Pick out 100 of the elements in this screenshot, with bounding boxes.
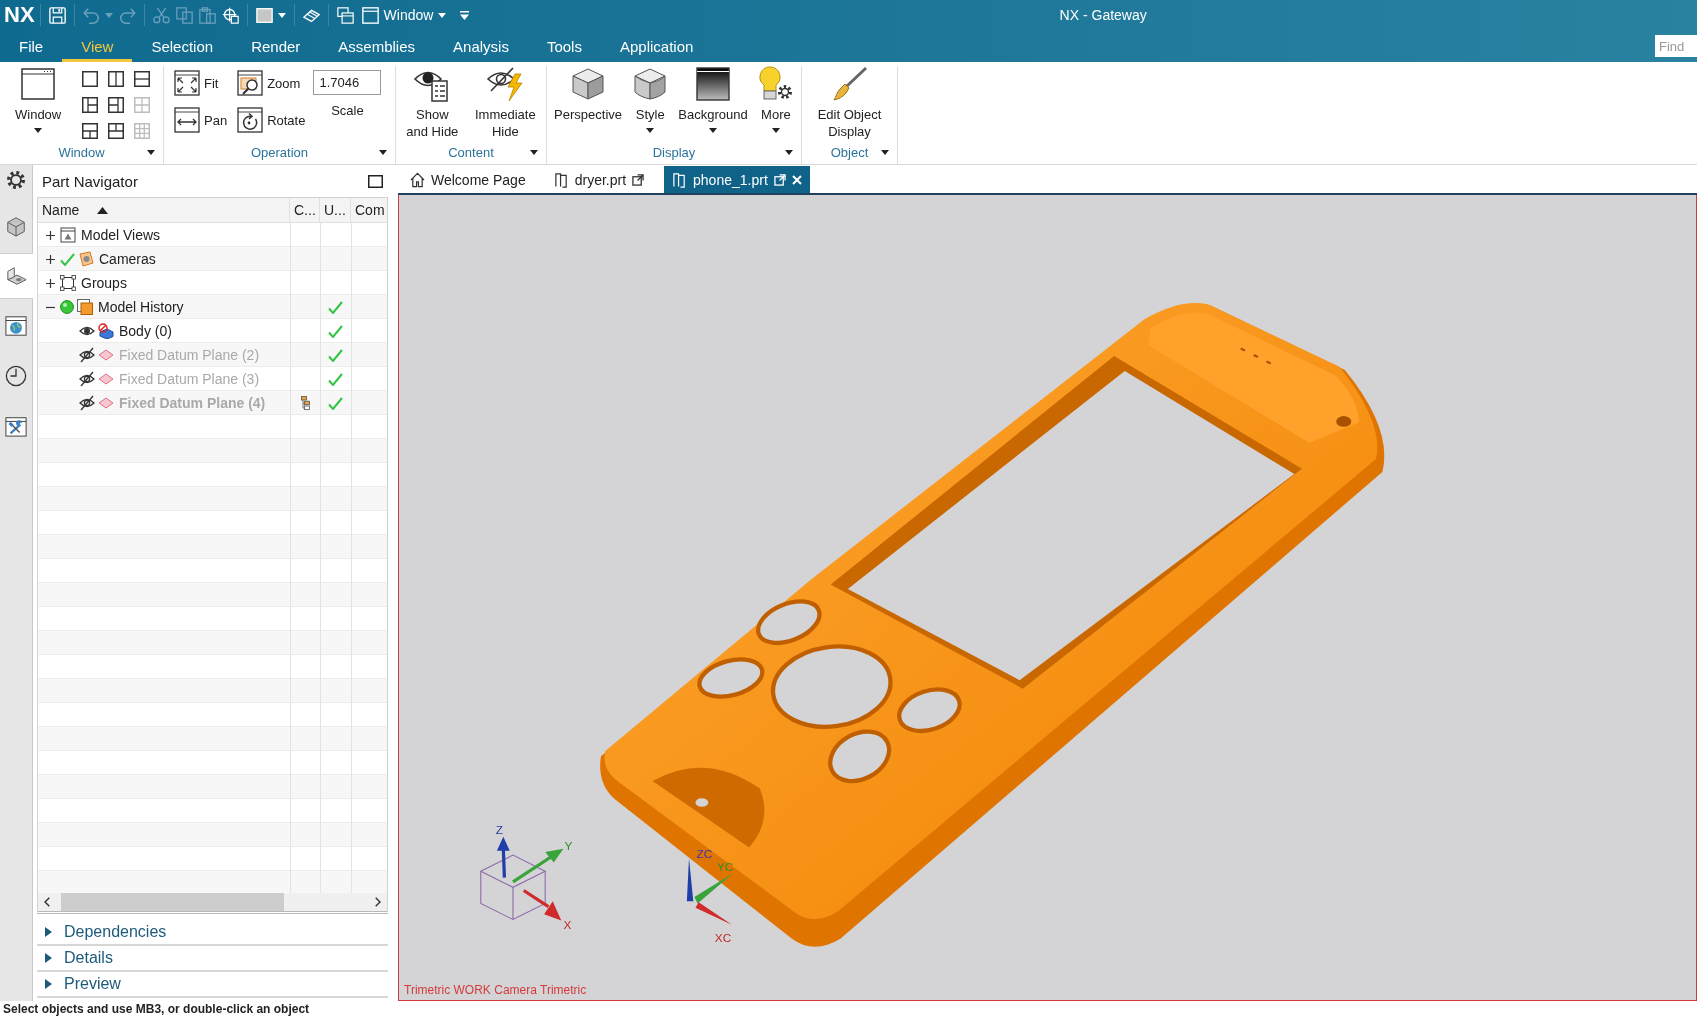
document-tab[interactable]: dryer.prt xyxy=(545,166,653,193)
column-header[interactable]: Name xyxy=(42,202,109,218)
scroll-right-icon[interactable] xyxy=(375,897,381,907)
menu-tab[interactable]: Tools xyxy=(527,30,601,62)
ribbon-button[interactable]: Edit Object Display xyxy=(814,66,885,140)
ribbon-button[interactable]: Immediate Hide xyxy=(472,66,539,140)
status-message: Select objects and use MB3, or double-click an object xyxy=(3,1001,310,1017)
axis-arrow xyxy=(496,836,510,878)
document-tab[interactable]: Welcome Page xyxy=(402,166,534,193)
layout-icon[interactable] xyxy=(82,123,99,139)
layout-icon[interactable] xyxy=(108,71,125,87)
menu-tab[interactable]: Assemblies xyxy=(319,30,435,62)
group-frame-icon xyxy=(60,275,76,291)
ribbon-button[interactable]: Show and Hide xyxy=(403,66,462,140)
window-icon xyxy=(20,66,57,102)
crossed-tools-icon xyxy=(5,415,27,437)
ribbon-button[interactable]: Style xyxy=(629,66,672,133)
tree-node-label[interactable]: Model Views xyxy=(81,227,161,243)
ribbon-button[interactable]: Perspective xyxy=(551,66,625,123)
rotate-icon xyxy=(237,107,264,133)
view-window-icon xyxy=(60,227,76,243)
overflow-icon[interactable] xyxy=(460,10,470,20)
tree-node-label[interactable]: Groups xyxy=(81,275,127,291)
caret-icon[interactable] xyxy=(379,149,387,155)
caret-icon[interactable] xyxy=(147,149,155,155)
scrollbar-thumb[interactable] xyxy=(61,893,284,911)
field-label: Scale xyxy=(331,103,364,118)
caret-icon[interactable] xyxy=(530,149,538,155)
view-caption: Trimetric WORK Camera Trimetric xyxy=(404,983,587,997)
menu-tab[interactable]: Render xyxy=(232,30,320,62)
section-header[interactable]: Preview xyxy=(37,972,388,998)
axis-arrow xyxy=(522,889,562,921)
expand-icon xyxy=(45,953,52,963)
column-header[interactable]: C... xyxy=(294,202,316,218)
section-header[interactable]: Details xyxy=(37,946,388,972)
fill-swatch-icon[interactable] xyxy=(255,6,273,24)
paintbrush-icon xyxy=(831,66,868,102)
windows-icon[interactable] xyxy=(336,6,354,24)
caret-icon[interactable] xyxy=(785,149,793,155)
window-menu[interactable]: Window xyxy=(359,6,449,24)
axis-arrow xyxy=(512,848,564,884)
ribbon-button[interactable]: Window xyxy=(12,66,65,133)
column-header[interactable]: Com xyxy=(355,202,385,218)
menu-tab[interactable]: Selection xyxy=(132,30,233,62)
ribbon-button[interactable]: Background xyxy=(675,66,751,133)
ribbon-button[interactable]: Zoom xyxy=(237,67,306,99)
close-icon[interactable] xyxy=(791,174,802,185)
crosshair-icon[interactable] xyxy=(221,6,239,24)
tree-node-label[interactable]: Cameras xyxy=(99,251,156,267)
menu-tab[interactable]: Analysis xyxy=(434,30,528,62)
maximize-icon[interactable] xyxy=(368,174,383,188)
section-header[interactable]: Dependencies xyxy=(37,920,388,946)
sort-ascending-icon xyxy=(97,206,109,214)
crossed-eye-icon[interactable] xyxy=(79,347,95,363)
caret-icon[interactable] xyxy=(881,149,889,155)
layout-icon[interactable] xyxy=(108,97,125,113)
menu-tab[interactable]: Application xyxy=(600,30,713,62)
wireframe-cube xyxy=(480,854,547,921)
layout-icon[interactable] xyxy=(82,71,99,87)
datum-plane-icon xyxy=(98,371,114,387)
panel-title: Part Navigator xyxy=(42,172,138,190)
layout-icon[interactable] xyxy=(134,71,151,87)
part-file-icon xyxy=(672,171,688,188)
scroll-left-icon[interactable] xyxy=(44,897,50,907)
cube-icon xyxy=(5,215,27,237)
crossed-eye-icon[interactable] xyxy=(79,371,95,387)
scale-field[interactable]: 1.7046 xyxy=(313,70,382,95)
camera-icon xyxy=(78,251,94,267)
axis-label: XC xyxy=(714,931,732,946)
menu-tab[interactable]: File xyxy=(0,30,63,62)
window-icon xyxy=(361,6,379,24)
expand-icon[interactable] xyxy=(46,230,55,240)
expand-icon[interactable] xyxy=(46,278,55,288)
group-label: Operation xyxy=(250,144,309,160)
column-header[interactable]: U... xyxy=(324,202,346,218)
magnifier-icon xyxy=(237,70,264,96)
group-label: Display xyxy=(652,144,696,160)
ribbon-button[interactable]: Pan xyxy=(174,104,228,136)
tree-node-label[interactable]: Body (0) xyxy=(119,323,172,339)
tree-node-label[interactable]: Model History xyxy=(98,299,184,315)
ribbon-button[interactable]: Fit xyxy=(174,67,228,99)
axis-label: X xyxy=(563,918,572,933)
ribbon-button[interactable]: Rotate xyxy=(237,104,306,136)
axis-label: Y xyxy=(564,838,573,853)
document-tab[interactable]: phone_1.prt xyxy=(664,166,810,193)
horizontal-scrollbar[interactable] xyxy=(38,893,387,911)
layout-icon[interactable] xyxy=(108,123,125,139)
crossed-eye-icon[interactable] xyxy=(79,395,95,411)
settings-icon[interactable] xyxy=(7,171,25,189)
search-field[interactable]: Find xyxy=(1655,35,1697,57)
popout-icon[interactable] xyxy=(632,173,645,186)
popout-icon[interactable] xyxy=(773,173,786,186)
layout-icon[interactable] xyxy=(82,97,99,113)
gradient-panel-icon xyxy=(695,66,732,102)
save-icon[interactable] xyxy=(48,6,66,24)
expand-icon[interactable] xyxy=(46,254,55,264)
ribbon-button[interactable]: More xyxy=(754,66,797,133)
group-label: Content xyxy=(448,144,494,160)
menu-tab[interactable]: View xyxy=(62,30,133,62)
fit-view-icon xyxy=(174,70,200,96)
